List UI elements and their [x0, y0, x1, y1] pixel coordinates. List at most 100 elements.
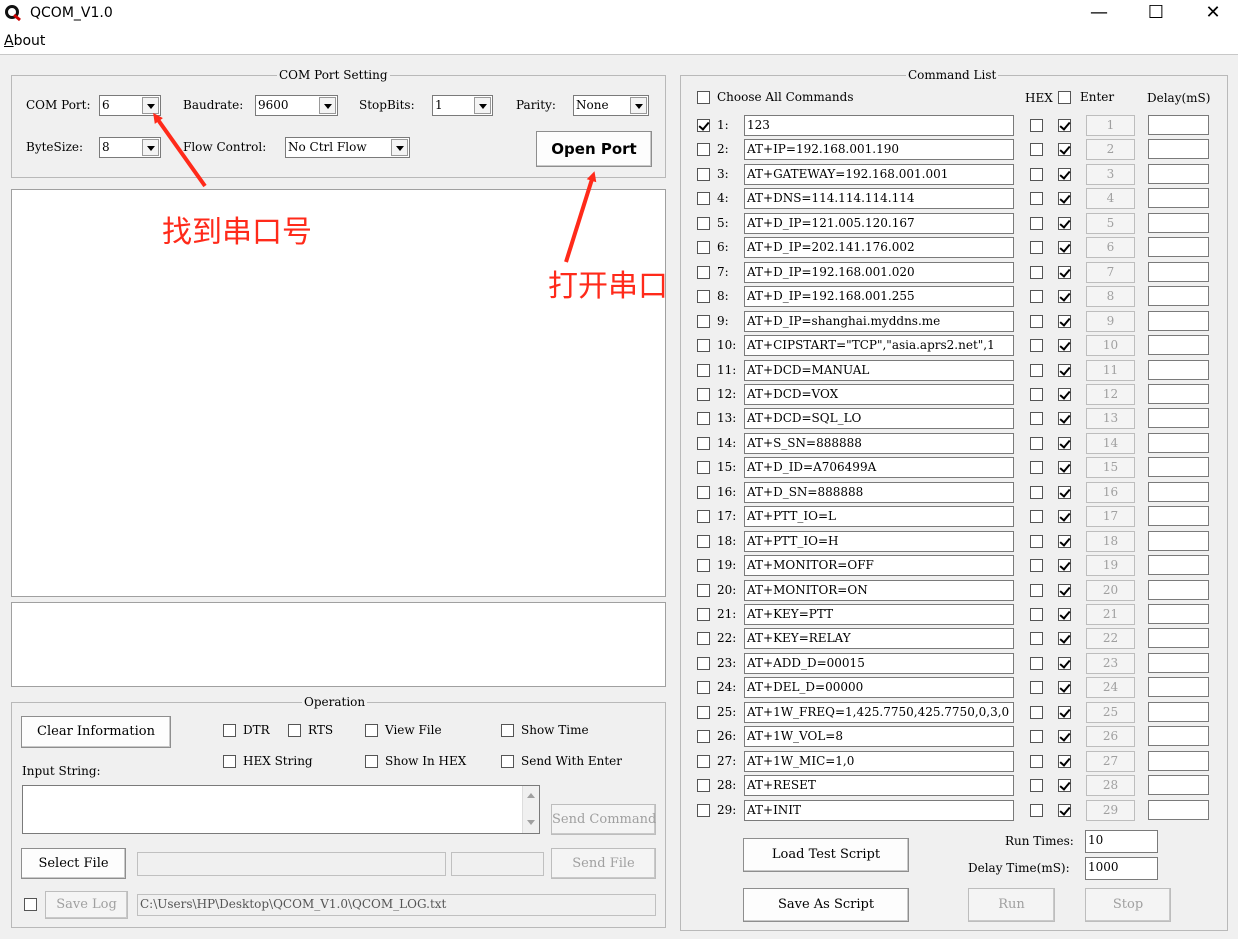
command-delay-field[interactable]: [1148, 531, 1209, 551]
command-delay-field[interactable]: [1148, 139, 1209, 159]
command-delay-field[interactable]: [1148, 457, 1209, 477]
command-send-button[interactable]: 27: [1086, 751, 1135, 772]
command-send-button[interactable]: 5: [1086, 213, 1135, 234]
command-select-checkbox[interactable]: [697, 706, 710, 719]
command-send-button[interactable]: 8: [1086, 286, 1135, 307]
scroll-down-icon[interactable]: [527, 820, 535, 825]
command-input[interactable]: AT+1W_FREQ=1,425.7750,425.7750,0,3,0: [744, 702, 1014, 723]
stop-button[interactable]: Stop: [1085, 888, 1171, 922]
command-select-checkbox[interactable]: [697, 510, 710, 523]
command-enter-checkbox[interactable]: [1058, 388, 1071, 401]
command-delay-field[interactable]: [1148, 628, 1209, 648]
command-enter-checkbox[interactable]: [1058, 339, 1071, 352]
command-send-button[interactable]: 20: [1086, 580, 1135, 601]
command-hex-checkbox[interactable]: [1030, 632, 1043, 645]
command-send-button[interactable]: 2: [1086, 139, 1135, 160]
command-delay-field[interactable]: [1148, 164, 1209, 184]
command-enter-checkbox[interactable]: [1058, 143, 1071, 156]
command-input[interactable]: AT+D_ID=A706499A: [744, 457, 1014, 478]
command-hex-checkbox[interactable]: [1030, 804, 1043, 817]
command-input[interactable]: 123: [744, 115, 1014, 136]
command-select-checkbox[interactable]: [697, 437, 710, 450]
command-hex-checkbox[interactable]: [1030, 779, 1043, 792]
command-send-button[interactable]: 22: [1086, 628, 1135, 649]
command-select-checkbox[interactable]: [697, 241, 710, 254]
command-hex-checkbox[interactable]: [1030, 388, 1043, 401]
command-send-button[interactable]: 15: [1086, 457, 1135, 478]
log-path-field[interactable]: C:\Users\HP\Desktop\QCOM_V1.0\QCOM_LOG.t…: [137, 894, 656, 916]
command-input[interactable]: AT+DNS=114.114.114.114: [744, 188, 1014, 209]
command-enter-checkbox[interactable]: [1058, 584, 1071, 597]
command-delay-field[interactable]: [1148, 751, 1209, 771]
select-file-button[interactable]: Select File: [21, 848, 126, 879]
command-send-button[interactable]: 29: [1086, 800, 1135, 821]
command-enter-checkbox[interactable]: [1058, 681, 1071, 694]
command-select-checkbox[interactable]: [697, 168, 710, 181]
command-delay-field[interactable]: [1148, 482, 1209, 502]
command-enter-checkbox[interactable]: [1058, 290, 1071, 303]
command-delay-field[interactable]: [1148, 604, 1209, 624]
command-input[interactable]: AT+D_IP=192.168.001.255: [744, 286, 1014, 307]
minimize-button[interactable]: —: [1070, 0, 1128, 28]
command-select-checkbox[interactable]: [697, 412, 710, 425]
command-enter-checkbox[interactable]: [1058, 168, 1071, 181]
command-hex-checkbox[interactable]: [1030, 461, 1043, 474]
command-delay-field[interactable]: [1148, 262, 1209, 282]
command-enter-checkbox[interactable]: [1058, 364, 1071, 377]
command-select-checkbox[interactable]: [697, 388, 710, 401]
command-input[interactable]: AT+DEL_D=00000: [744, 677, 1014, 698]
command-hex-checkbox[interactable]: [1030, 266, 1043, 279]
command-delay-field[interactable]: [1148, 726, 1209, 746]
secondary-output-area[interactable]: [11, 602, 666, 687]
command-delay-field[interactable]: [1148, 433, 1209, 453]
command-input[interactable]: AT+DCD=VOX: [744, 384, 1014, 405]
command-select-checkbox[interactable]: [697, 657, 710, 670]
show-in-hex-checkbox[interactable]: [365, 755, 378, 768]
scroll-up-icon[interactable]: [527, 793, 535, 798]
command-send-button[interactable]: 25: [1086, 702, 1135, 723]
dtr-checkbox[interactable]: [223, 724, 236, 737]
command-hex-checkbox[interactable]: [1030, 315, 1043, 328]
command-enter-checkbox[interactable]: [1058, 706, 1071, 719]
command-delay-field[interactable]: [1148, 702, 1209, 722]
command-delay-field[interactable]: [1148, 360, 1209, 380]
command-input[interactable]: AT+INIT: [744, 800, 1014, 821]
command-send-button[interactable]: 12: [1086, 384, 1135, 405]
command-input[interactable]: AT+1W_MIC=1,0: [744, 751, 1014, 772]
command-enter-checkbox[interactable]: [1058, 486, 1071, 499]
command-send-button[interactable]: 1: [1086, 115, 1135, 136]
command-select-checkbox[interactable]: [697, 584, 710, 597]
command-send-button[interactable]: 16: [1086, 482, 1135, 503]
command-select-checkbox[interactable]: [697, 461, 710, 474]
command-delay-field[interactable]: [1148, 555, 1209, 575]
command-hex-checkbox[interactable]: [1030, 706, 1043, 719]
save-log-button[interactable]: Save Log: [45, 891, 128, 919]
command-select-checkbox[interactable]: [697, 486, 710, 499]
command-select-checkbox[interactable]: [697, 364, 710, 377]
command-enter-checkbox[interactable]: [1058, 412, 1071, 425]
command-delay-field[interactable]: [1148, 335, 1209, 355]
command-send-button[interactable]: 24: [1086, 677, 1135, 698]
command-input[interactable]: AT+KEY=RELAY: [744, 628, 1014, 649]
command-hex-checkbox[interactable]: [1030, 143, 1043, 156]
command-send-button[interactable]: 17: [1086, 506, 1135, 527]
command-enter-checkbox[interactable]: [1058, 217, 1071, 230]
command-hex-checkbox[interactable]: [1030, 412, 1043, 425]
command-enter-checkbox[interactable]: [1058, 632, 1071, 645]
command-hex-checkbox[interactable]: [1030, 535, 1043, 548]
command-input[interactable]: AT+1W_VOL=8: [744, 726, 1014, 747]
command-enter-checkbox[interactable]: [1058, 119, 1071, 132]
command-send-button[interactable]: 7: [1086, 262, 1135, 283]
command-send-button[interactable]: 11: [1086, 360, 1135, 381]
command-hex-checkbox[interactable]: [1030, 364, 1043, 377]
command-enter-checkbox[interactable]: [1058, 241, 1071, 254]
command-delay-field[interactable]: [1148, 800, 1209, 820]
command-delay-field[interactable]: [1148, 580, 1209, 600]
command-select-checkbox[interactable]: [697, 315, 710, 328]
command-send-button[interactable]: 13: [1086, 408, 1135, 429]
command-input[interactable]: AT+KEY=PTT: [744, 604, 1014, 625]
close-button[interactable]: ✕: [1184, 0, 1238, 28]
command-send-button[interactable]: 4: [1086, 188, 1135, 209]
command-input[interactable]: AT+MONITOR=OFF: [744, 555, 1014, 576]
command-hex-checkbox[interactable]: [1030, 510, 1043, 523]
